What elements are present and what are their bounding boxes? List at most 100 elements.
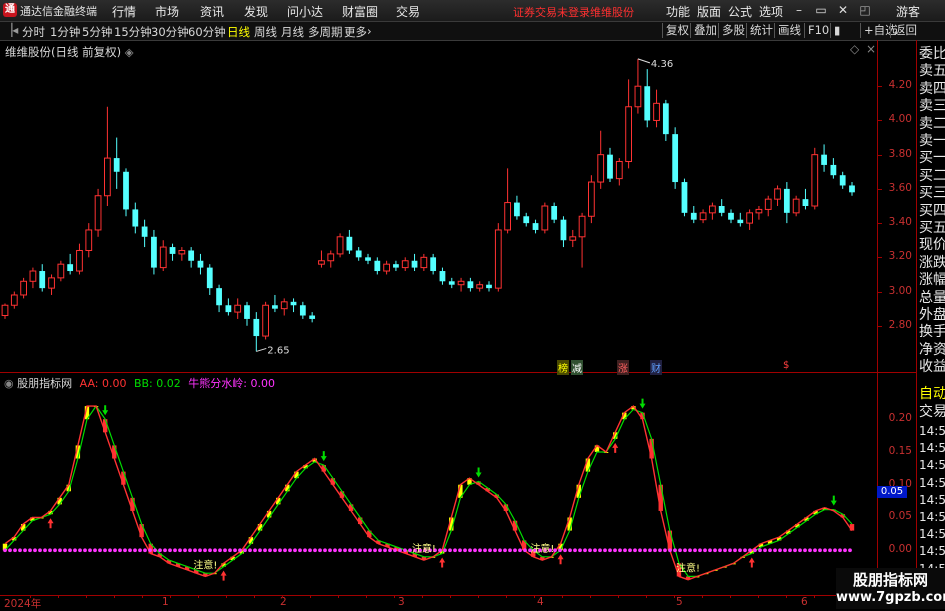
water-level-dot [843,548,847,553]
water-level-dot [828,548,832,553]
candle-body-down [690,212,697,220]
menu-market[interactable]: 市场 [155,3,179,20]
water-level-dot [243,548,247,553]
x-tick [366,595,367,598]
chevron-right-icon[interactable]: › [367,24,372,38]
menu-news[interactable]: 资讯 [200,3,224,20]
water-level-dot [388,548,392,553]
period-daily[interactable]: 日线 [227,24,250,40]
x-tick [86,595,87,598]
water-level-dot [123,548,127,553]
water-level-dot [668,548,672,553]
functions-button[interactable]: 功能 [666,3,690,20]
maximize-icon[interactable]: ▭ [814,4,828,17]
water-level-dot [183,548,187,553]
period-more[interactable]: 更多 [344,24,367,40]
price-tick [878,291,882,293]
water-level-dot [773,548,777,553]
back-button[interactable]: 返回 [890,23,917,38]
sidebar-quote-label: 收益 [919,359,945,376]
formula-button[interactable]: 公式 [728,3,752,20]
candlestick-chart[interactable]: 4.36 2.65 [0,40,878,372]
water-level-dot [268,548,272,553]
multi-stock-button[interactable]: 多股 [718,23,745,38]
water-level-dot [518,548,522,553]
high-label: 4.36 [651,59,673,70]
menu-discover[interactable]: 发现 [244,3,268,20]
candle-body-up [178,249,186,255]
statistics-button[interactable]: 统计 [746,23,773,38]
layout-button[interactable]: 版面 [697,3,721,20]
price-tick [878,120,882,122]
water-level-dot [233,548,237,553]
adjust-button[interactable]: 复权 [662,23,689,38]
candle-body-up [811,154,819,207]
price-tick [878,257,882,259]
water-level-dot [253,548,257,553]
period-60min[interactable]: 60分钟 [188,24,226,40]
candle-body-up [262,304,270,337]
x-tick [114,595,115,598]
trade-time: 14:56 [919,527,945,542]
water-level-dot [443,548,447,553]
overlay-button[interactable]: 叠加 [690,23,717,38]
period-weekly[interactable]: 周线 [254,24,277,40]
auto-trade-label[interactable]: 自动 [919,384,945,404]
close-icon[interactable]: ✕ [836,4,850,17]
water-level-dot [808,548,812,553]
menu-wealth-circle[interactable]: 财富圈 [342,3,378,20]
water-level-dot [593,548,597,553]
water-level-dot [663,548,667,553]
period-monthly[interactable]: 月线 [281,24,304,40]
water-level-dot [98,548,102,553]
period-timeshare[interactable]: 分时 [22,24,45,40]
menu-quotes[interactable]: 行情 [112,3,136,20]
water-level-dot [783,548,787,553]
water-level-dot [798,548,802,553]
price-tick-label: 2.80 [888,318,912,331]
candle-body-down [467,281,474,289]
draw-line-button[interactable]: 画线 [774,23,801,38]
sidebar-toggle-icon[interactable]: ▕◂ [3,23,18,37]
x-tick [170,595,171,598]
watermark-title: 股朋指标网 [852,571,928,589]
sidebar-toggle-button[interactable]: ▮ [830,23,840,38]
candle-body-down [67,264,74,272]
stock-name-link[interactable]: 维维股份 [590,4,634,20]
water-level-dot [218,548,222,553]
candle-body-down [551,206,558,220]
menu-trade[interactable]: 交易 [396,3,420,20]
water-level-dot [763,548,767,553]
low-pointer [256,347,267,352]
x-axis-ticks [0,595,878,609]
guest-button[interactable]: 游客 [896,3,920,20]
period-30min[interactable]: 30分钟 [151,24,189,40]
water-level-dot [53,548,57,553]
water-level-dot [333,548,337,553]
restore-icon[interactable]: ◰ [858,4,872,17]
minimize-icon[interactable]: – [792,4,806,17]
period-multi[interactable]: 多周期 [308,24,343,40]
x-tick [506,595,507,598]
water-level-dot [578,548,582,553]
period-1min[interactable]: 1分钟 [50,24,80,40]
sell-arrow [102,405,109,416]
login-notice[interactable]: 证券交易未登录 [513,4,590,20]
trade-label[interactable]: 交易 [919,402,945,422]
options-button[interactable]: 选项 [759,3,783,20]
menu-ask-xiaoda[interactable]: 问小达 [287,3,323,20]
water-level-dot [768,548,772,553]
indicator-chart[interactable]: 注意! 注意! 注意! 注意! [0,373,878,595]
water-level-dot [238,548,242,553]
water-level-dot [103,548,107,553]
period-15min[interactable]: 15分钟 [114,24,152,40]
candle-body-down [448,281,455,285]
f10-button[interactable]: F10 [804,23,829,38]
candle-body-up [764,198,772,210]
buy-arrow [220,570,227,581]
event-mark-dividend[interactable]: $ [782,360,790,371]
period-5min[interactable]: 5分钟 [82,24,112,40]
water-level-dot [293,548,297,553]
water-level-dot [673,548,677,553]
candle-body-up [504,202,512,231]
